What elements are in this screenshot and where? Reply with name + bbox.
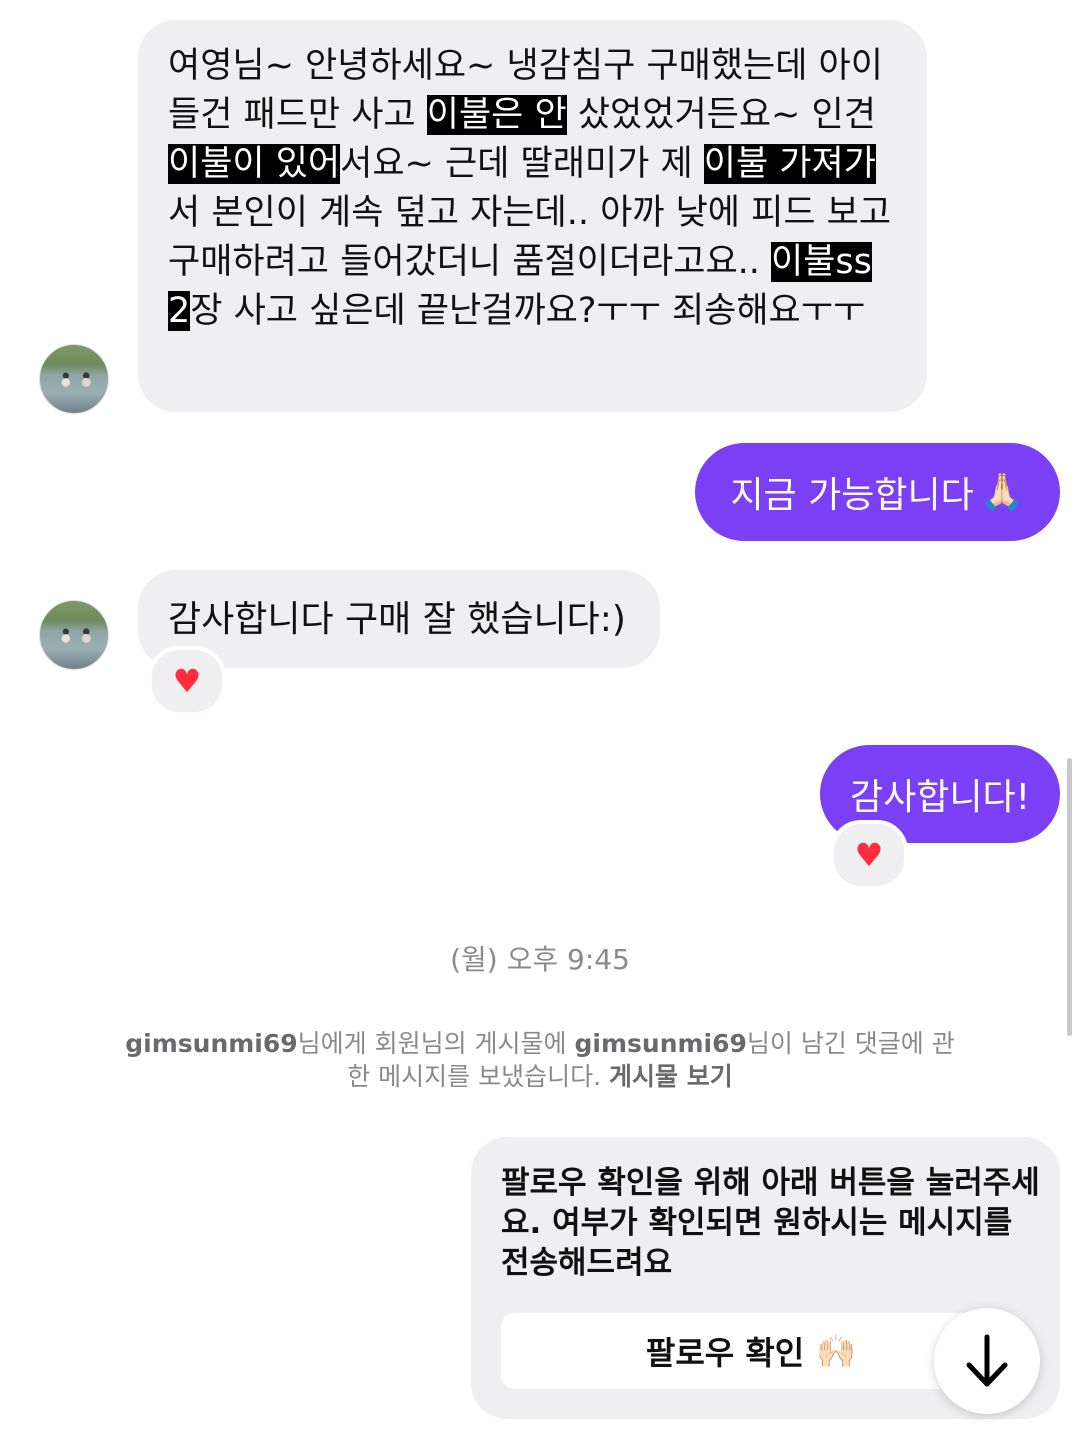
scroll-down-button[interactable] bbox=[934, 1308, 1040, 1414]
heart-reaction[interactable]: ♥ bbox=[148, 646, 226, 716]
raising-hands-emoji: 🙌🏻 bbox=[816, 1332, 857, 1370]
system-message-text: 님에게 회원님의 게시물에 bbox=[297, 1029, 575, 1058]
incoming-message-1[interactable]: 여영님~ 안녕하세요~ 냉감침구 구매했는데 아이들건 패드만 사고 이불은 안… bbox=[138, 20, 927, 412]
sender-avatar[interactable] bbox=[39, 600, 109, 670]
outgoing-message-2-text: 감사합니다! bbox=[849, 777, 1031, 818]
folded-hands-emoji: 🙏🏻 bbox=[979, 472, 1025, 513]
heart-reaction[interactable]: ♥ bbox=[830, 820, 908, 890]
incoming-message-2[interactable]: 감사합니다 구매 잘 했습니다:) bbox=[138, 570, 660, 668]
arrow-down-icon bbox=[966, 1334, 1008, 1387]
scrollbar[interactable] bbox=[1067, 758, 1072, 1036]
heart-icon: ♥ bbox=[854, 836, 884, 874]
highlighted-text: 이불은 안 bbox=[426, 95, 567, 135]
incoming-message-2-text: 감사합니다 구매 잘 했습니다:) bbox=[168, 598, 626, 640]
message-text-segment: 샀었었거든요~ 인견 bbox=[566, 95, 876, 135]
system-message-username[interactable]: gimsunmi69 bbox=[125, 1029, 297, 1058]
heart-icon: ♥ bbox=[172, 662, 202, 700]
system-message: gimsunmi69님에게 회원님의 게시물에 gimsunmi69님이 남긴 … bbox=[120, 1027, 960, 1093]
follow-confirm-text: 팔로우 확인을 위해 아래 버튼을 눌러주세요. 여부가 확인되면 원하시는 메… bbox=[501, 1165, 1040, 1281]
view-post-link[interactable]: 게시물 보기 bbox=[609, 1062, 733, 1091]
sender-avatar[interactable] bbox=[39, 344, 109, 414]
message-text-segment: 서요~ 근데 딸래미가 제 bbox=[340, 144, 704, 184]
outgoing-message-1-text: 지금 가능합니다 bbox=[730, 475, 974, 516]
outgoing-message-1[interactable]: 지금 가능합니다 🙏🏻 bbox=[695, 443, 1060, 541]
highlighted-text: 이불 가져가 bbox=[703, 144, 876, 184]
incoming-message-1-text: 여영님~ 안녕하세요~ 냉감침구 구매했는데 아이들건 패드만 사고 이불은 안… bbox=[168, 42, 904, 336]
follow-confirm-button[interactable]: 팔로우 확인 🙌🏻 bbox=[501, 1313, 1001, 1389]
message-timestamp: (월) 오후 9:45 bbox=[450, 943, 630, 976]
highlighted-text: 이불이 있어 bbox=[168, 144, 341, 184]
system-message-username[interactable]: gimsunmi69 bbox=[575, 1029, 747, 1058]
message-text-segment: 장 사고 싶은데 끝난걸까요?ㅜㅜ 죄송해요ㅜㅜ bbox=[190, 291, 866, 331]
follow-confirm-button-label: 팔로우 확인 bbox=[645, 1334, 805, 1372]
